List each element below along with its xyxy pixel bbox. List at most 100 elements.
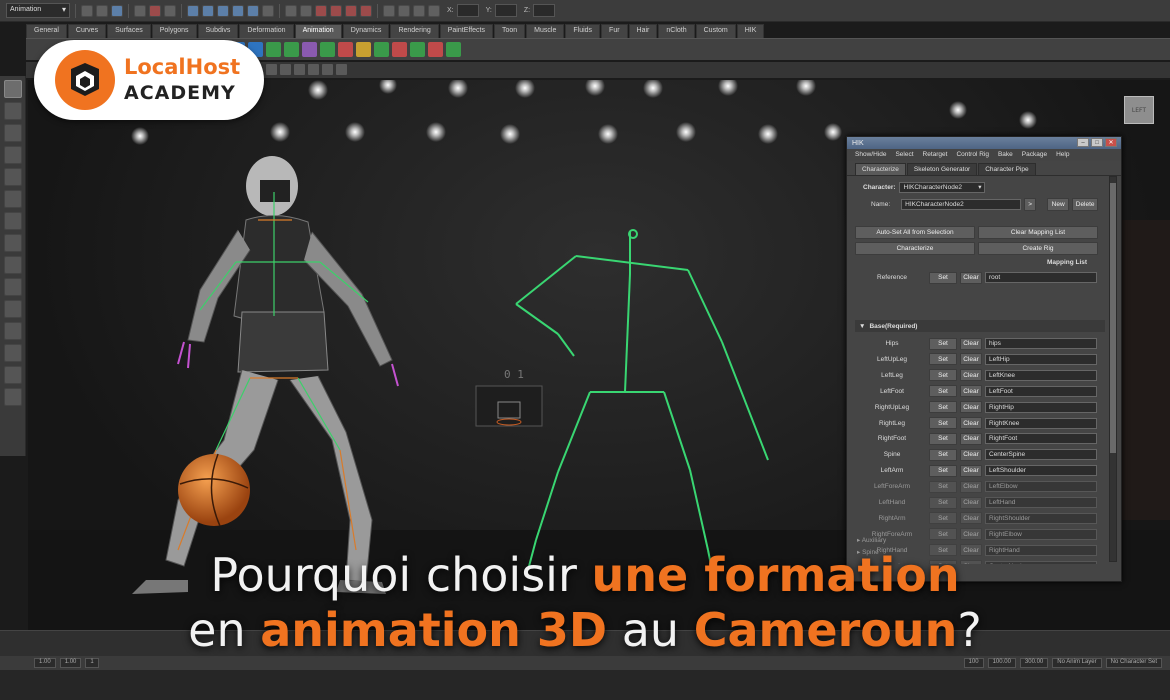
joint-field[interactable]: RightFoot xyxy=(985,433,1097,445)
clear-button[interactable]: Clear xyxy=(960,417,982,429)
reference-field[interactable]: root xyxy=(985,272,1097,283)
set-button[interactable]: Set xyxy=(929,528,957,541)
end-time-field[interactable]: 300.00 xyxy=(1019,658,1049,668)
coord-z-field[interactable] xyxy=(533,4,556,17)
start-time-field[interactable]: 1.00 xyxy=(34,658,56,668)
attribute-editor-icon[interactable] xyxy=(413,4,425,17)
clear-button[interactable]: Clear xyxy=(960,385,982,398)
layout-b-icon[interactable] xyxy=(3,322,22,340)
clear-button[interactable]: Clear xyxy=(960,369,982,382)
move-tool-icon[interactable] xyxy=(3,146,22,164)
snap-plane-icon[interactable] xyxy=(232,4,244,17)
tab-fur[interactable]: Fur xyxy=(601,24,628,38)
menu-package[interactable]: Package xyxy=(1022,151,1047,159)
base-section-header[interactable]: ▼ Base(Required) xyxy=(855,320,1105,332)
anim-layer-field[interactable]: No Anim Layer xyxy=(1052,658,1102,668)
hypershade-icon[interactable] xyxy=(360,4,372,17)
blend-shape-icon[interactable] xyxy=(392,42,407,57)
tab-fluids[interactable]: Fluids xyxy=(565,24,601,38)
menu-retarget[interactable]: Retarget xyxy=(923,151,948,159)
set-button[interactable]: Set xyxy=(929,369,957,382)
character-dropdown[interactable]: HIKCharacterNode2 xyxy=(898,182,985,193)
tab-painteffects[interactable]: PaintEffects xyxy=(439,24,493,38)
characterize-button[interactable]: Characterize xyxy=(855,242,975,255)
tab-hair[interactable]: Hair xyxy=(628,24,658,38)
constraint-orient-icon[interactable] xyxy=(302,42,317,57)
lattice-icon[interactable] xyxy=(410,42,425,57)
tab-polygons[interactable]: Polygons xyxy=(151,24,197,38)
outliner-layout-icon[interactable] xyxy=(3,388,22,406)
tab-ncloth[interactable]: nCloth xyxy=(658,24,695,38)
tab-deformation[interactable]: Deformation xyxy=(239,24,294,38)
tab-rendering[interactable]: Rendering xyxy=(390,24,439,38)
clear-button[interactable]: Clear xyxy=(960,432,982,445)
menu-control-rig[interactable]: Control Rig xyxy=(956,151,989,159)
tab-muscle[interactable]: Muscle xyxy=(526,24,565,38)
select-tool-icon[interactable] xyxy=(3,80,22,98)
layout-c-icon[interactable] xyxy=(3,344,22,362)
clear-button[interactable]: Clear xyxy=(960,401,982,414)
input-output-icon[interactable] xyxy=(383,4,395,17)
joint-field[interactable]: RightKnee xyxy=(985,417,1097,429)
character-set-field[interactable]: No Character Set xyxy=(1105,658,1162,668)
trax-editor-icon[interactable] xyxy=(374,42,389,57)
set-button[interactable]: Set xyxy=(929,385,957,398)
tab-general[interactable]: General xyxy=(26,24,67,38)
menu-show-hide[interactable]: Show/Hide xyxy=(855,151,886,159)
camera-icon[interactable] xyxy=(266,64,277,75)
set-button[interactable]: Set xyxy=(929,512,957,525)
reference-set-button[interactable]: Set xyxy=(929,271,957,284)
lock-icon[interactable] xyxy=(300,4,312,17)
menu-select[interactable]: Select xyxy=(895,151,913,159)
clear-button[interactable]: Clear xyxy=(960,496,982,509)
maximize-icon[interactable]: □ xyxy=(1091,138,1103,147)
set-button[interactable]: Set xyxy=(929,464,957,477)
current-frame-field[interactable]: 1 xyxy=(85,658,99,668)
snap-live-icon[interactable] xyxy=(247,4,259,17)
auxiliary-section[interactable]: ▸ Auxiliary xyxy=(857,536,886,544)
view-cube[interactable]: LEFT xyxy=(1124,96,1154,124)
clear-button[interactable]: Clear xyxy=(960,448,982,461)
constraint-point-icon[interactable] xyxy=(266,42,281,57)
paint-select-icon[interactable] xyxy=(3,124,22,142)
joint-field[interactable]: LeftHand xyxy=(985,497,1097,508)
clear-button[interactable]: Clear xyxy=(960,353,982,366)
joint-field[interactable]: LeftShoulder xyxy=(985,465,1097,477)
tool-settings-icon[interactable] xyxy=(428,4,440,17)
single-view-icon[interactable] xyxy=(3,256,22,274)
coord-x-field[interactable] xyxy=(456,4,479,17)
tab-surfaces[interactable]: Surfaces xyxy=(107,24,151,38)
menu-bake[interactable]: Bake xyxy=(998,151,1013,159)
set-button[interactable]: Set xyxy=(929,448,957,461)
tab-hik[interactable]: HIK xyxy=(736,24,765,38)
lights-icon[interactable] xyxy=(336,64,347,75)
ipr-render-icon[interactable] xyxy=(330,4,342,17)
hik-scrollbar[interactable] xyxy=(1109,176,1117,562)
tab-characterize[interactable]: Characterize xyxy=(855,163,906,175)
delete-button[interactable]: Delete xyxy=(1072,198,1099,211)
last-tool-icon[interactable] xyxy=(3,234,22,252)
set-button[interactable]: Set xyxy=(929,337,957,350)
pole-vector-icon[interactable] xyxy=(446,42,461,57)
set-button[interactable]: Set xyxy=(929,401,957,414)
four-view-icon[interactable] xyxy=(3,278,22,296)
graph-editor-icon[interactable] xyxy=(338,42,353,57)
playback-end-field[interactable]: 100.00 xyxy=(987,658,1016,668)
constraint-parent-icon[interactable] xyxy=(320,42,335,57)
wireframe-icon[interactable] xyxy=(294,64,305,75)
clear-mapping-button[interactable]: Clear Mapping List xyxy=(978,226,1098,239)
joint-field[interactable]: LeftHip xyxy=(985,353,1097,365)
joint-field[interactable]: hips xyxy=(985,338,1097,349)
tab-toon[interactable]: Toon xyxy=(493,24,526,38)
create-rig-button[interactable]: Create Rig xyxy=(978,242,1098,255)
tab-character-pipe[interactable]: Character Pipe xyxy=(978,163,1036,175)
set-button[interactable]: Set xyxy=(929,496,957,509)
layout-a-icon[interactable] xyxy=(3,300,22,318)
name-field[interactable]: HIKCharacterNode2 xyxy=(901,199,1022,210)
help-icon[interactable] xyxy=(285,4,297,17)
layout-d-icon[interactable] xyxy=(3,366,22,384)
tab-dynamics[interactable]: Dynamics xyxy=(342,24,390,38)
joint-field[interactable]: RightShoulder xyxy=(985,512,1097,524)
tab-subdivs[interactable]: Subdivs xyxy=(197,24,239,38)
menu-set-dropdown[interactable]: Animation xyxy=(6,3,70,18)
